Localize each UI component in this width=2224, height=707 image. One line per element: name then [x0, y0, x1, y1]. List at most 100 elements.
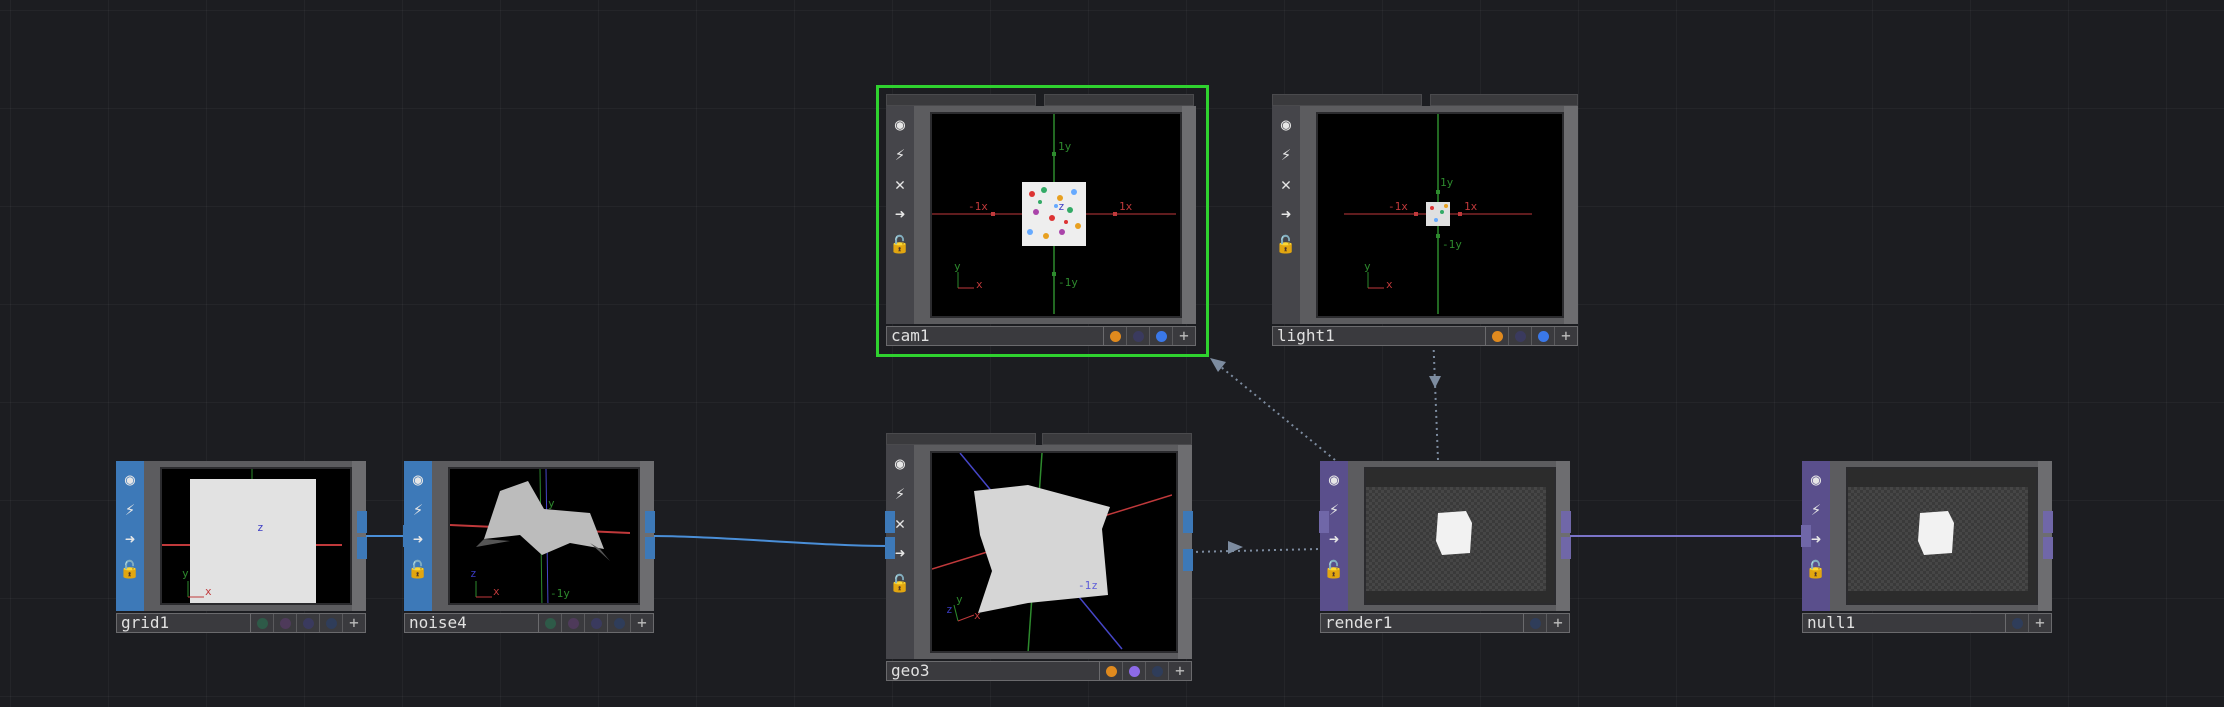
viewer-icon[interactable]: ◉: [1275, 112, 1297, 138]
cook-icon[interactable]: ➜: [119, 527, 141, 553]
flag-cook[interactable]: [1486, 327, 1509, 345]
bypass-icon[interactable]: ⚡: [1805, 497, 1827, 523]
node-top-tab: [1272, 94, 1422, 106]
flag-display[interactable]: [251, 614, 274, 632]
flag-bypass[interactable]: [320, 614, 343, 632]
node-geo3[interactable]: ◉ ⚡ ✕ ➜ 🔓 -1z z x y geo3 +: [885, 433, 1193, 681]
cook-icon[interactable]: ➜: [1275, 202, 1297, 228]
viewer-graphic: [1848, 487, 2028, 591]
output-connector-2[interactable]: [1183, 549, 1193, 571]
node-rail: [1556, 461, 1570, 611]
output-connector[interactable]: [2043, 511, 2053, 533]
viewer-icon[interactable]: ◉: [119, 467, 141, 493]
axis-x: x: [205, 585, 212, 598]
flag-bypass[interactable]: [608, 614, 631, 632]
output-connector[interactable]: [357, 511, 367, 533]
flag-render[interactable]: [274, 614, 297, 632]
node-name[interactable]: noise4: [405, 614, 539, 632]
viewer-icon[interactable]: ◉: [889, 112, 911, 138]
lock-icon[interactable]: 🔓: [889, 232, 911, 258]
flag-display[interactable]: [1524, 614, 1547, 632]
bypass-icon[interactable]: ⚡: [119, 497, 141, 523]
clone-icon[interactable]: ✕: [889, 172, 911, 198]
add-icon[interactable]: +: [1555, 327, 1577, 345]
viewer-icon[interactable]: ◉: [889, 451, 911, 477]
flag-cook[interactable]: [1104, 327, 1127, 345]
input-connector[interactable]: [885, 511, 895, 533]
node-render1[interactable]: ◉ ⚡ ➜ 🔓 render1 +: [1319, 461, 1571, 633]
node-viewer[interactable]: y -1y x z: [448, 467, 640, 605]
flag-render[interactable]: [1127, 327, 1150, 345]
flag-display[interactable]: [1532, 327, 1555, 345]
add-icon[interactable]: +: [631, 614, 653, 632]
lock-icon[interactable]: 🔓: [889, 571, 911, 597]
node-name[interactable]: geo3: [887, 662, 1100, 680]
clone-icon[interactable]: ✕: [1275, 172, 1297, 198]
node-cam1[interactable]: ◉ ⚡ ✕ ➜ 🔓 1y -1y 1x -1x z y x cam1 +: [886, 94, 1196, 346]
flag-render[interactable]: [562, 614, 585, 632]
lock-icon[interactable]: 🔓: [1323, 557, 1345, 583]
node-light1[interactable]: ◉ ⚡ ✕ ➜ 🔓 1y -1y 1x -1x y x light1 +: [1272, 94, 1578, 346]
viewer-icon[interactable]: ◉: [407, 467, 429, 493]
wire-noise4-geo3[interactable]: [653, 535, 889, 547]
flag-display[interactable]: [539, 614, 562, 632]
bypass-icon[interactable]: ⚡: [1275, 142, 1297, 168]
add-icon[interactable]: +: [1547, 614, 1569, 632]
output-connector[interactable]: [645, 511, 655, 533]
bypass-icon[interactable]: ⚡: [889, 142, 911, 168]
flag-display[interactable]: [1150, 327, 1173, 345]
flag-render[interactable]: [1123, 662, 1146, 680]
node-name[interactable]: render1: [1321, 614, 1524, 632]
output-connector-2[interactable]: [645, 537, 655, 559]
wire-light1-render1[interactable]: [1432, 331, 1439, 461]
add-icon[interactable]: +: [1169, 662, 1191, 680]
input-connector[interactable]: [1801, 525, 1811, 547]
add-icon[interactable]: +: [1173, 327, 1195, 345]
axis-neg-z: -1z: [1078, 579, 1098, 592]
viewer-graphic: [1366, 487, 1546, 591]
output-connector-2[interactable]: [2043, 537, 2053, 559]
input-connector-2[interactable]: [885, 537, 895, 559]
node-grid1[interactable]: ◉ ⚡ ➜ 🔓 z x y grid1 +: [116, 461, 367, 633]
node-viewer[interactable]: [1846, 467, 2038, 605]
node-name[interactable]: light1: [1273, 327, 1486, 345]
output-connector[interactable]: [1561, 511, 1571, 533]
viewer-icon[interactable]: ◉: [1323, 467, 1345, 493]
node-viewer[interactable]: [1364, 467, 1556, 605]
add-icon[interactable]: +: [2029, 614, 2051, 632]
node-name[interactable]: grid1: [117, 614, 251, 632]
node-null1[interactable]: ◉ ⚡ ➜ 🔓 null1 +: [1801, 461, 2053, 633]
input-connector[interactable]: [1319, 511, 1329, 533]
viewer-icon[interactable]: ◉: [1805, 467, 1827, 493]
lock-icon[interactable]: 🔓: [1805, 557, 1827, 583]
node-name[interactable]: cam1: [887, 327, 1104, 345]
axis-z: z: [257, 521, 264, 534]
wire-geo3-render1[interactable]: [1189, 548, 1321, 553]
node-info-bar: cam1 +: [886, 326, 1196, 346]
output-connector[interactable]: [1183, 511, 1193, 533]
node-noise4[interactable]: ◉ ⚡ ➜ 🔓 y -1y x z noise4 +: [403, 461, 655, 633]
node-name[interactable]: null1: [1803, 614, 2006, 632]
output-connector-2[interactable]: [357, 537, 367, 559]
lock-icon[interactable]: 🔓: [1275, 232, 1297, 258]
node-viewer[interactable]: 1y -1y 1x -1x y x: [1316, 112, 1564, 318]
input-connector[interactable]: [403, 525, 413, 547]
cook-icon[interactable]: ➜: [889, 202, 911, 228]
lock-icon[interactable]: 🔓: [119, 557, 141, 583]
flag-display[interactable]: [2006, 614, 2029, 632]
bypass-icon[interactable]: ⚡: [889, 481, 911, 507]
flag-display[interactable]: [1146, 662, 1169, 680]
add-icon[interactable]: +: [343, 614, 365, 632]
flag-cook[interactable]: [1100, 662, 1123, 680]
bypass-icon[interactable]: ⚡: [407, 497, 429, 523]
axis-y: y: [956, 593, 963, 606]
flag-render[interactable]: [1509, 327, 1532, 345]
flag-template[interactable]: [297, 614, 320, 632]
flag-template[interactable]: [585, 614, 608, 632]
lock-icon[interactable]: 🔓: [407, 557, 429, 583]
node-viewer[interactable]: z x y: [160, 467, 352, 605]
node-viewer[interactable]: -1z z x y: [930, 451, 1178, 653]
node-viewer[interactable]: 1y -1y 1x -1x z y x: [930, 112, 1182, 318]
wire-cam1-render1[interactable]: [1209, 357, 1336, 461]
output-connector-2[interactable]: [1561, 537, 1571, 559]
